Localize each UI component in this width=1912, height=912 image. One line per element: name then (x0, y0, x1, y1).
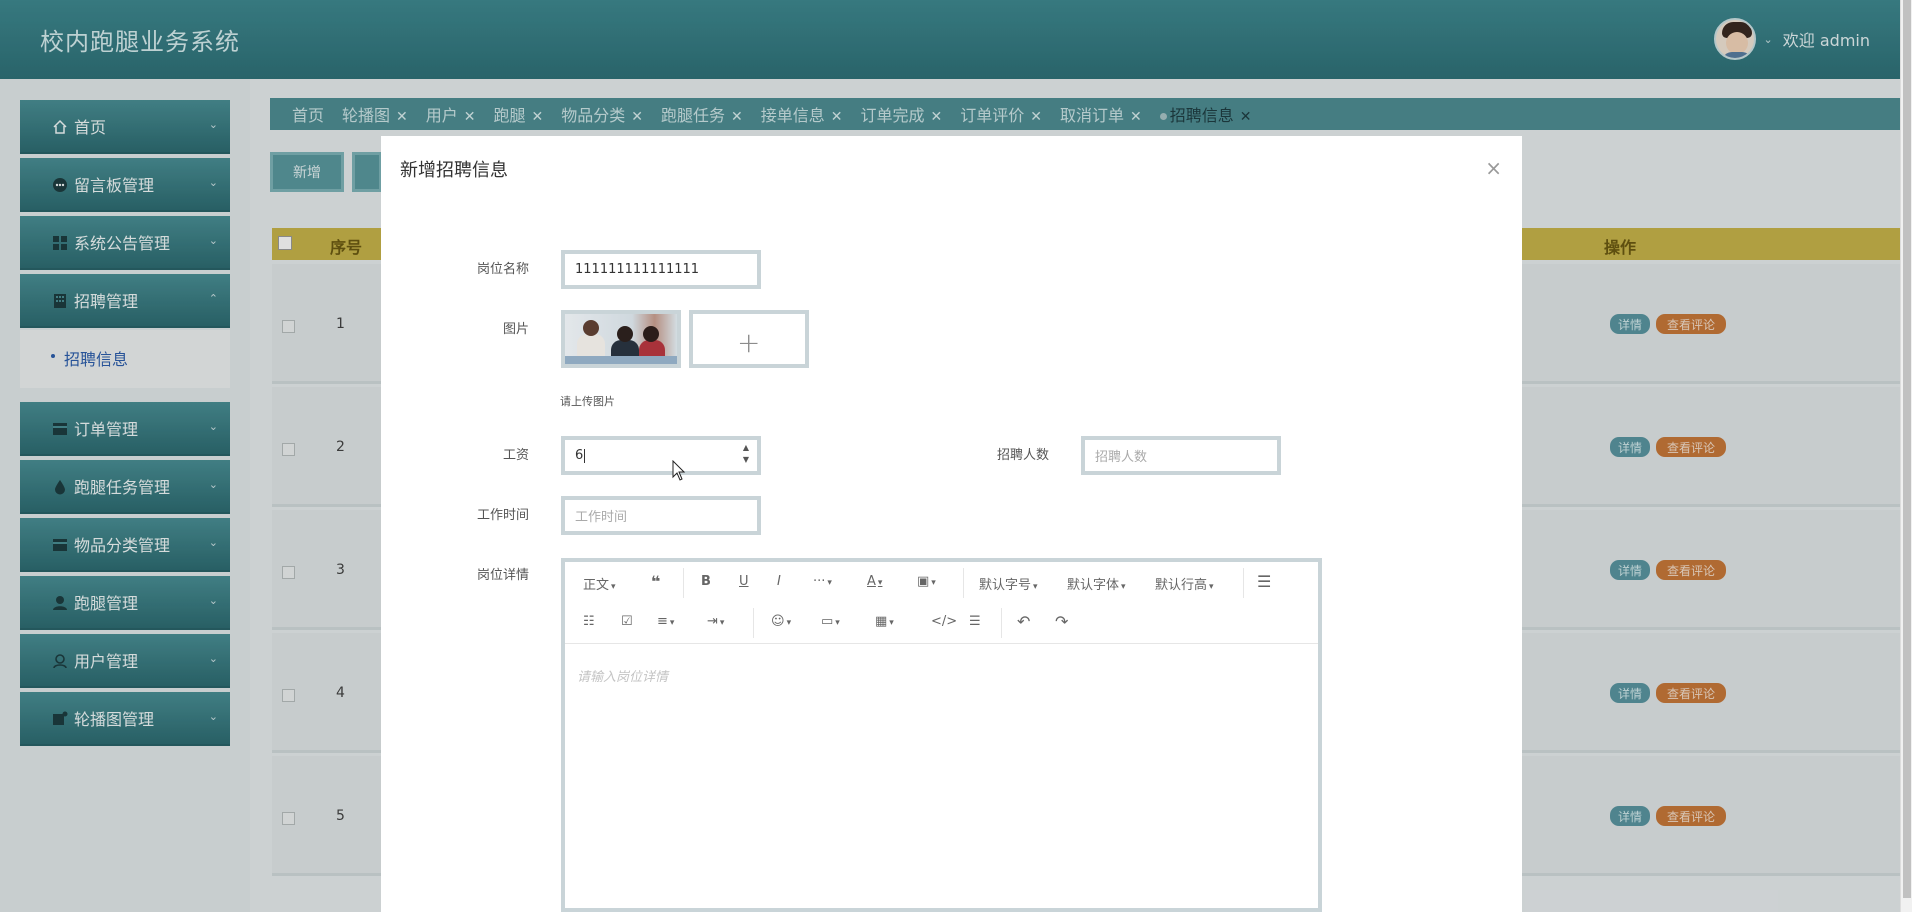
salary-number-input[interactable]: 6 ▲ ▼ (561, 436, 761, 475)
numbered-list-icon[interactable]: ☷ (583, 614, 595, 629)
font-family-dropdown[interactable]: 默认字体 ▾ (1067, 574, 1126, 593)
headcount-input[interactable]: 招聘人数 (1081, 436, 1281, 475)
italic-icon[interactable]: I (777, 574, 781, 589)
label-headcount: 招聘人数 (996, 448, 1049, 463)
more-icon[interactable]: ··· ▾ (813, 574, 832, 589)
undo-icon[interactable]: ↶ (1017, 612, 1030, 631)
vertical-scrollbar[interactable] (1900, 0, 1912, 912)
uploaded-image-thumbnail[interactable] (561, 310, 681, 368)
underline-icon[interactable]: U (739, 574, 749, 589)
scrollbar-thumb[interactable] (1903, 0, 1911, 898)
emoji-icon[interactable]: ☺ ▾ (771, 614, 791, 629)
align-icon[interactable]: ≡ ▾ (657, 614, 674, 629)
divider-icon[interactable]: ☰ (969, 614, 981, 629)
table-icon[interactable]: ▦ ▾ (875, 614, 894, 629)
redo-icon[interactable]: ↷ (1055, 612, 1068, 631)
close-icon[interactable]: × (1485, 156, 1502, 180)
label-details: 岗位详情 (476, 568, 529, 583)
background-color-icon[interactable]: ▣ ▾ (917, 574, 936, 589)
font-color-icon[interactable]: A ▾ (867, 574, 882, 589)
font-size-dropdown[interactable]: 默认字号 ▾ (979, 574, 1038, 593)
image-upload-button[interactable]: + (689, 310, 809, 368)
label-image: 图片 (502, 322, 529, 337)
indent-icon[interactable]: ⇥ ▾ (707, 614, 724, 629)
work-time-input[interactable]: 工作时间 (561, 496, 761, 535)
label-salary: 工资 (502, 448, 529, 463)
rich-text-editor[interactable]: 正文 ▾ ❝ B U I ··· ▾ A ▾ ▣ ▾ 默认字号 ▾ 默认字体 ▾ 默认行高 ▾… (561, 558, 1322, 912)
paragraph-format-dropdown[interactable]: 正文 ▾ (583, 574, 616, 593)
editor-toolbar: 正文 ▾ ❝ B U I ··· ▾ A ▾ ▣ ▾ 默认字号 ▾ 默认字体 ▾ 默认行高 ▾… (565, 562, 1318, 644)
line-height-dropdown[interactable]: 默认行高 ▾ (1155, 574, 1214, 593)
label-work-time: 工作时间 (476, 508, 529, 523)
label-position-name: 岗位名称 (476, 262, 529, 277)
bulleted-list-icon[interactable]: ☰ (1257, 572, 1271, 591)
salary-value: 6 (575, 448, 584, 463)
quote-icon[interactable]: ❝ (651, 572, 660, 591)
bold-icon[interactable]: B (701, 574, 711, 589)
insert-image-icon[interactable]: ▭ ▾ (821, 614, 840, 629)
plus-icon: + (737, 326, 761, 359)
dialog-title: 新增招聘信息 (400, 160, 508, 181)
todo-checkbox-icon[interactable]: ☑ (621, 614, 633, 629)
editor-placeholder: 请输入岗位详情 (577, 670, 669, 685)
upload-hint: 请上传图片 (560, 395, 615, 408)
number-stepper[interactable]: ▲ ▼ (743, 442, 749, 466)
code-icon[interactable]: </> (931, 614, 957, 629)
position-name-input[interactable]: 111111111111111 (561, 250, 761, 289)
add-recruitment-dialog: 新增招聘信息 × 岗位名称 111111111111111 图片 + 请上传图片… (381, 136, 1522, 912)
